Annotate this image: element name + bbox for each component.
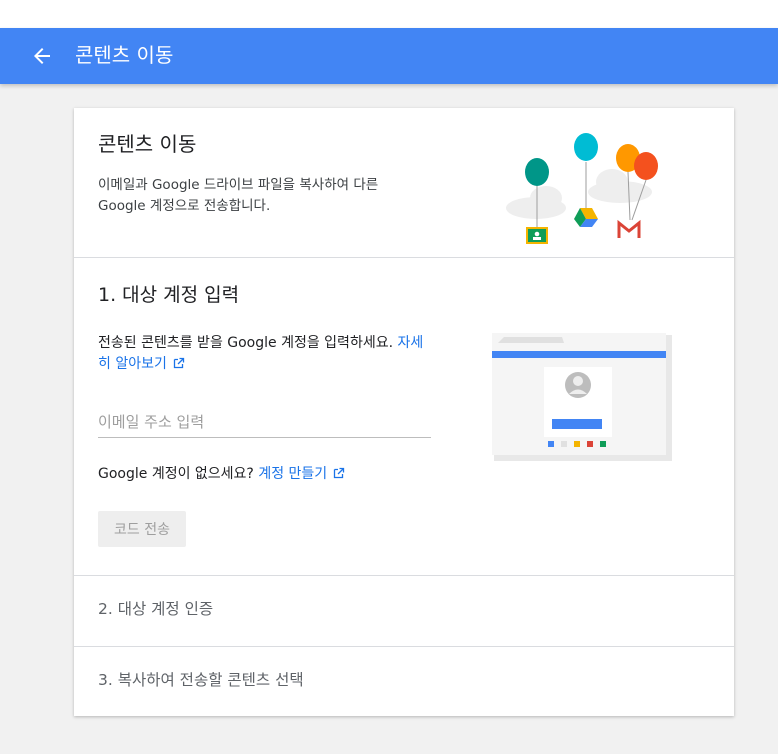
app-bar: 콘텐츠 이동 bbox=[0, 28, 778, 84]
step-2-title: 2. 대상 계정 인증 bbox=[98, 600, 214, 618]
no-account-text: Google 계정이 없으세요? bbox=[98, 466, 254, 482]
transfer-card: 콘텐츠 이동 이메일과 Google 드라이브 파일을 복사하여 다른 Goog… bbox=[74, 108, 734, 716]
open-in-new-icon bbox=[173, 357, 185, 369]
top-strip bbox=[0, 0, 778, 28]
google-drive-icon bbox=[574, 208, 598, 227]
card-header: 콘텐츠 이동 이메일과 Google 드라이브 파일을 복사하여 다른 Goog… bbox=[74, 108, 734, 258]
avatar-icon bbox=[565, 372, 591, 398]
google-classroom-icon bbox=[526, 227, 548, 244]
step-1-description-text: 전송된 콘텐츠를 받을 Google 계정을 입력하세요. bbox=[98, 335, 394, 351]
email-input[interactable] bbox=[98, 407, 431, 438]
balloon-red bbox=[634, 152, 658, 180]
arrow-back-icon[interactable] bbox=[30, 42, 54, 70]
no-account-row: Google 계정이 없으세요? 계정 만들기 bbox=[98, 464, 345, 485]
step-1-description: 전송된 콘텐츠를 받을 Google 계정을 입력하세요. 자세히 알아보기 bbox=[98, 333, 433, 375]
balloon-cyan bbox=[574, 133, 598, 161]
step-1-section: 1. 대상 계정 입력 전송된 콘텐츠를 받을 Google 계정을 입력하세요… bbox=[74, 257, 734, 576]
step-3-title: 3. 복사하여 전송할 콘텐츠 선택 bbox=[98, 671, 304, 689]
balloon-teal bbox=[525, 158, 549, 186]
step-1-title: 1. 대상 계정 입력 bbox=[98, 284, 240, 306]
balloons-illustration bbox=[506, 133, 658, 244]
page-title: 콘텐츠 이동 bbox=[98, 132, 197, 156]
step-2-section[interactable]: 2. 대상 계정 인증 bbox=[74, 575, 734, 647]
account-signin-illustration bbox=[492, 333, 672, 461]
page-description: 이메일과 Google 드라이브 파일을 복사하여 다른 Google 계정으로… bbox=[98, 177, 379, 214]
send-code-button[interactable]: 코드 전송 bbox=[98, 511, 186, 547]
create-account-link[interactable]: 계정 만들기 bbox=[258, 466, 345, 482]
app-bar-title: 콘텐츠 이동 bbox=[75, 43, 174, 67]
gmail-icon bbox=[617, 219, 641, 238]
step-3-section[interactable]: 3. 복사하여 전송할 콘텐츠 선택 bbox=[74, 646, 734, 716]
open-in-new-icon bbox=[334, 467, 345, 479]
